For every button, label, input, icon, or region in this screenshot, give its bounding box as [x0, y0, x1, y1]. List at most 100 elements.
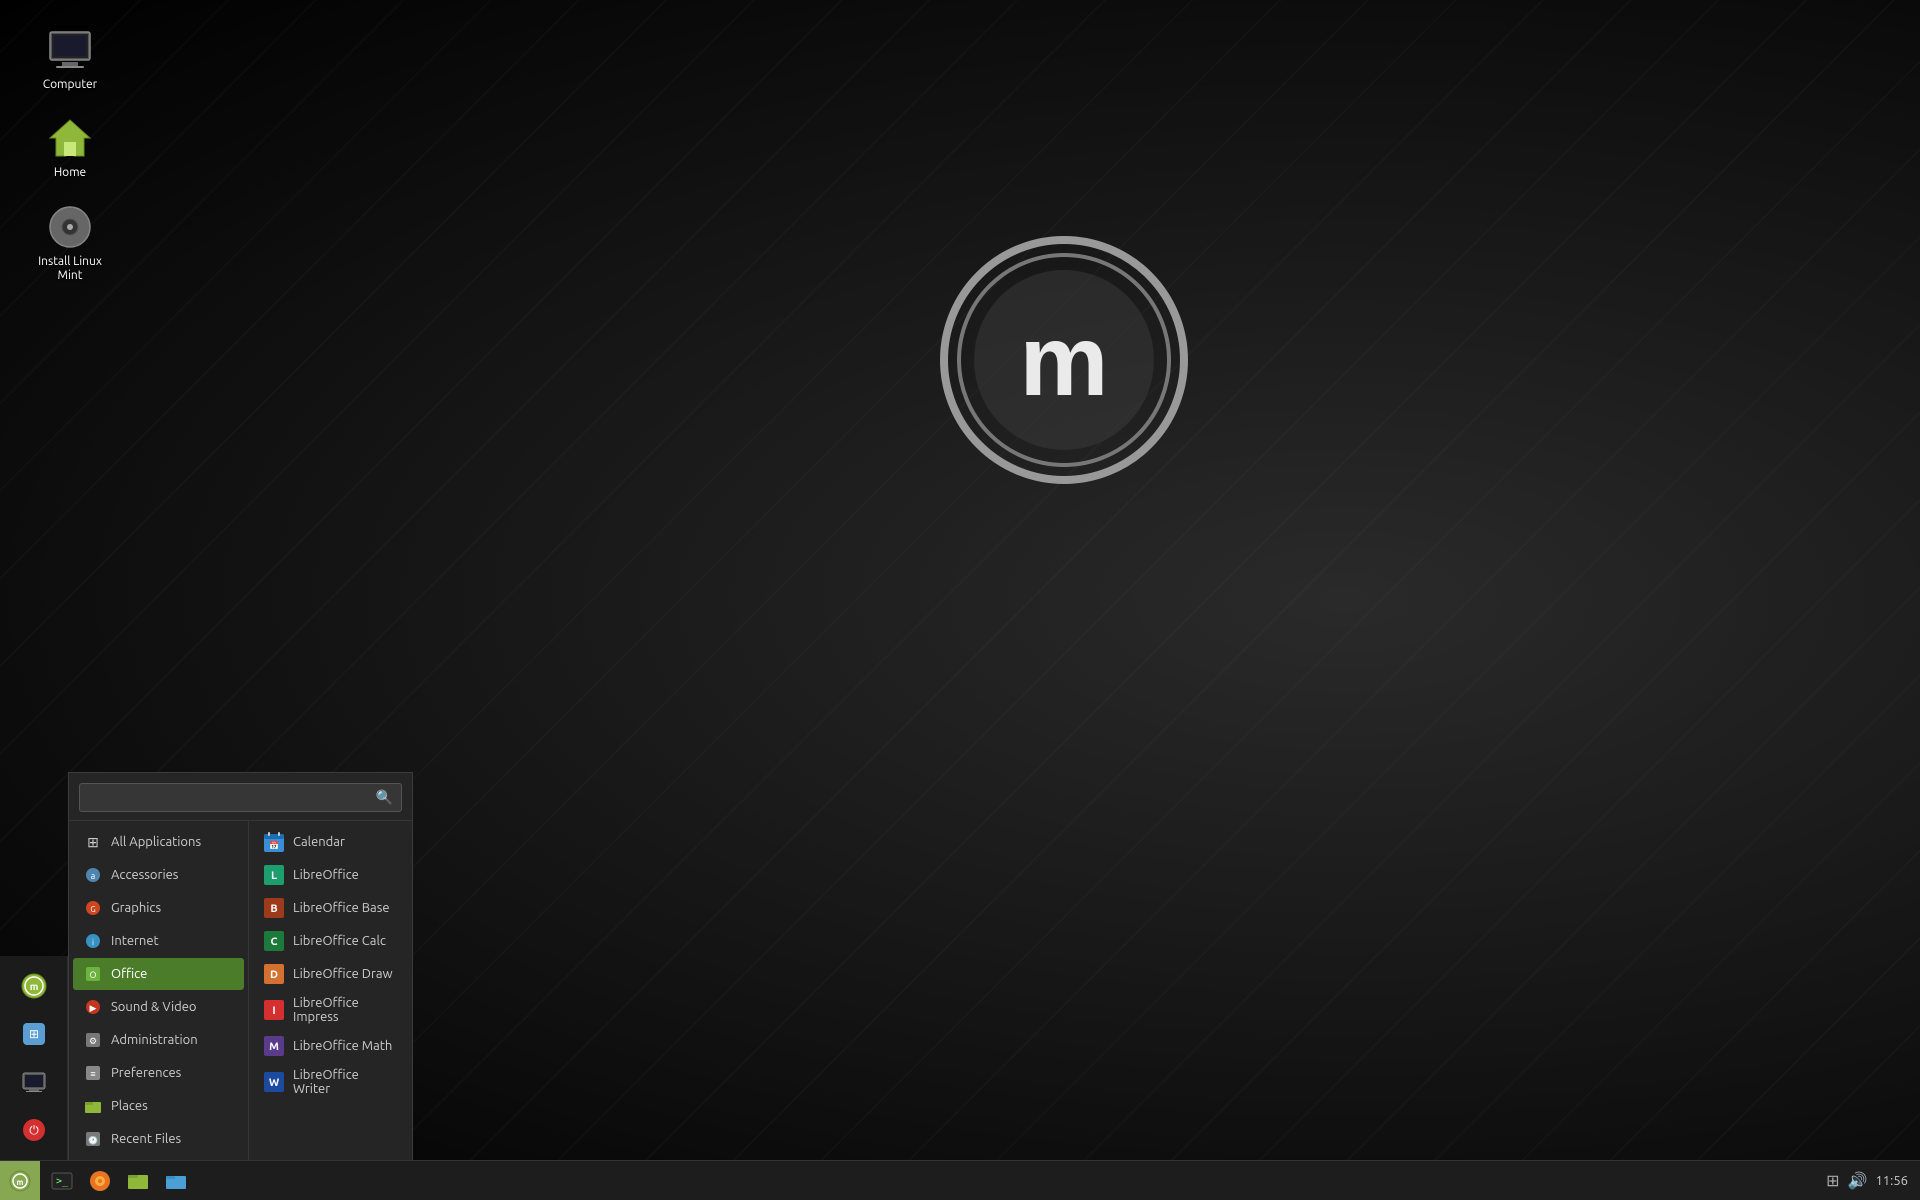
app-libreoffice-calc-label: LibreOffice Calc — [293, 934, 386, 948]
desktop-icon-home[interactable]: Home — [30, 108, 110, 186]
taskbar: m >_ — [0, 1160, 1920, 1200]
app-libreoffice-math[interactable]: M LibreOffice Math — [253, 1030, 408, 1062]
side-icon-software[interactable]: ⊞ — [12, 1012, 56, 1056]
svg-text:D: D — [270, 969, 278, 981]
internet-icon: i — [83, 931, 103, 951]
svg-text:i: i — [92, 938, 94, 947]
svg-text:G: G — [90, 905, 95, 914]
app-libreoffice-icon: L — [263, 864, 285, 886]
graphics-icon: G — [83, 898, 103, 918]
menu-search-bar: 🔍 — [69, 773, 412, 821]
volume-icon[interactable]: 🔊 — [1848, 1171, 1868, 1190]
svg-text:m: m — [1020, 305, 1109, 417]
app-libreoffice-writer-label: LibreOffice Writer — [293, 1068, 398, 1096]
category-sound-video[interactable]: ▶ Sound & Video — [73, 991, 244, 1023]
app-libreoffice-writer-icon: W — [263, 1071, 285, 1093]
app-libreoffice-base[interactable]: B LibreOffice Base — [253, 892, 408, 924]
side-icon-mintmenu[interactable]: m — [12, 964, 56, 1008]
category-office[interactable]: O Office — [73, 958, 244, 990]
category-sound-video-label: Sound & Video — [111, 1000, 197, 1014]
category-graphics-label: Graphics — [111, 901, 161, 915]
side-icon-greybird[interactable]: ⏻ — [12, 1108, 56, 1152]
desktop-icon-computer[interactable]: Computer — [30, 20, 110, 98]
category-graphics[interactable]: G Graphics — [73, 892, 244, 924]
app-libreoffice-draw-icon: D — [263, 963, 285, 985]
recent-files-icon: 🕐 — [83, 1129, 103, 1149]
menu-panel: m ⊞ ⏻ — [0, 956, 68, 1160]
svg-text:📅: 📅 — [269, 840, 279, 850]
taskbar-app-files[interactable] — [120, 1163, 156, 1199]
menu-categories: ⊞ All Applications a Accessories G Graph… — [69, 821, 249, 1160]
home-icon-label: Home — [54, 166, 86, 180]
all-applications-icon: ⊞ — [83, 832, 103, 852]
accessories-icon: a — [83, 865, 103, 885]
home-icon — [46, 114, 94, 162]
app-libreoffice-draw[interactable]: D LibreOffice Draw — [253, 958, 408, 990]
app-libreoffice-impress[interactable]: I LibreOffice Impress — [253, 991, 408, 1029]
app-menu: 🔍 ⊞ All Applications a Accessories — [68, 772, 413, 1160]
desktop-icons: Computer Home Install Linu — [30, 20, 110, 290]
svg-text:C: C — [270, 936, 277, 948]
taskbar-clock: 11:56 — [1875, 1174, 1908, 1188]
app-libreoffice-calc[interactable]: C LibreOffice Calc — [253, 925, 408, 957]
category-accessories[interactable]: a Accessories — [73, 859, 244, 891]
search-button[interactable]: 🔍 — [374, 787, 395, 808]
svg-text:>_: >_ — [56, 1176, 69, 1187]
taskbar-tray: ⊞ 🔊 11:56 — [1814, 1171, 1920, 1190]
app-libreoffice-impress-icon: I — [263, 999, 285, 1021]
category-places-label: Places — [111, 1099, 148, 1113]
category-office-label: Office — [111, 967, 147, 981]
svg-text:O: O — [90, 970, 97, 980]
svg-text:M: M — [269, 1041, 279, 1053]
category-internet-label: Internet — [111, 934, 159, 948]
app-libreoffice-label: LibreOffice — [293, 868, 359, 882]
start-button[interactable]: m — [0, 1161, 40, 1200]
category-internet[interactable]: i Internet — [73, 925, 244, 957]
taskbar-apps: >_ — [40, 1163, 1814, 1199]
svg-text:≡: ≡ — [90, 1069, 95, 1079]
app-libreoffice-base-label: LibreOffice Base — [293, 901, 390, 915]
category-recent-files[interactable]: 🕐 Recent Files — [73, 1123, 244, 1155]
app-libreoffice-calc-icon: C — [263, 930, 285, 952]
taskbar-app-firefox[interactable] — [82, 1163, 118, 1199]
network-icon[interactable]: ⊞ — [1826, 1171, 1839, 1190]
menu-apps-list: 📅 Calendar L LibreOffice B LibreOffice B… — [249, 821, 412, 1160]
app-libreoffice-math-icon: M — [263, 1035, 285, 1057]
app-calendar-label: Calendar — [293, 835, 345, 849]
category-all-applications[interactable]: ⊞ All Applications — [73, 826, 244, 858]
mint-logo: m — [934, 230, 1194, 490]
app-calendar-icon: 📅 — [263, 831, 285, 853]
sound-video-icon: ▶ — [83, 997, 103, 1017]
places-icon — [83, 1096, 103, 1116]
search-input[interactable] — [86, 788, 374, 807]
category-all-label: All Applications — [111, 835, 201, 849]
app-libreoffice[interactable]: L LibreOffice — [253, 859, 408, 891]
category-preferences-label: Preferences — [111, 1066, 181, 1080]
side-icon-sysinfo[interactable] — [12, 1060, 56, 1104]
desktop-icon-install[interactable]: Install Linux Mint — [30, 197, 110, 290]
category-administration-label: Administration — [111, 1033, 198, 1047]
svg-text:L: L — [271, 870, 277, 882]
svg-text:I: I — [272, 1005, 275, 1017]
svg-text:⏻: ⏻ — [29, 1124, 39, 1137]
svg-text:⚙: ⚙ — [89, 1036, 97, 1046]
desktop: m Computer — [0, 0, 1920, 1200]
taskbar-app-terminal[interactable]: >_ — [44, 1163, 80, 1199]
svg-text:🕐: 🕐 — [88, 1135, 98, 1145]
svg-text:⊞: ⊞ — [28, 1028, 38, 1041]
app-calendar[interactable]: 📅 Calendar — [253, 826, 408, 858]
category-recent-files-label: Recent Files — [111, 1132, 181, 1146]
category-administration[interactable]: ⚙ Administration — [73, 1024, 244, 1056]
app-libreoffice-draw-label: LibreOffice Draw — [293, 967, 393, 981]
taskbar-app-folder[interactable] — [158, 1163, 194, 1199]
app-libreoffice-math-label: LibreOffice Math — [293, 1039, 392, 1053]
computer-icon-label: Computer — [43, 78, 97, 92]
category-accessories-label: Accessories — [111, 868, 178, 882]
category-places[interactable]: Places — [73, 1090, 244, 1122]
preferences-icon: ≡ — [83, 1063, 103, 1083]
search-box: 🔍 — [79, 783, 402, 812]
category-preferences[interactable]: ≡ Preferences — [73, 1057, 244, 1089]
svg-text:▶: ▶ — [90, 1003, 97, 1013]
app-libreoffice-writer[interactable]: W LibreOffice Writer — [253, 1063, 408, 1101]
svg-text:m: m — [29, 981, 38, 992]
